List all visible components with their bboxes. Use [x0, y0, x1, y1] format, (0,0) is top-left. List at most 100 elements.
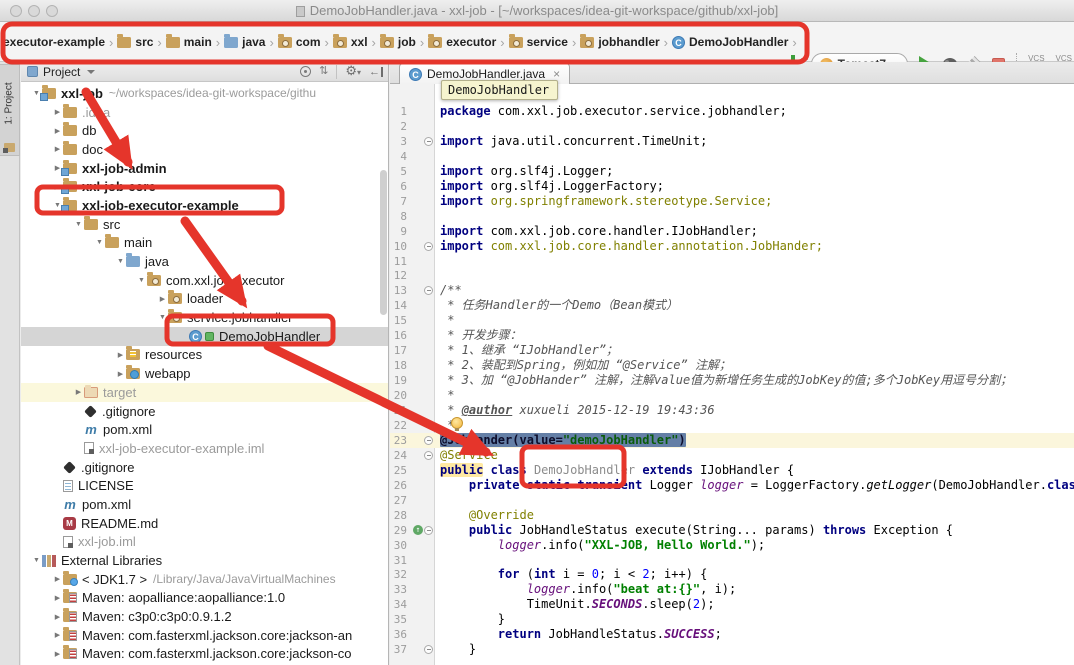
tree-item-xxl-job-iml[interactable]: xxl-job.iml [21, 533, 388, 552]
breadcrumb-item-executor[interactable]: executor [427, 33, 497, 51]
expand-toggle-icon[interactable]: ▶ [52, 613, 63, 621]
code-line-16[interactable]: 16 * 开发步骤： [390, 328, 1074, 343]
tree-item-maven-aopalliance-aopalliance-1-0[interactable]: ▶Maven: aopalliance:aopalliance:1.0 [21, 589, 388, 608]
tree-item--gitignore[interactable]: .gitignore [21, 458, 388, 477]
expand-toggle-icon[interactable]: ▶ [52, 631, 63, 639]
tree-item-license[interactable]: LICENSE [21, 476, 388, 495]
tree-item-maven-com-fasterxml-jackson-core-jackson-co[interactable]: ▶Maven: com.fasterxml.jackson.core:jacks… [21, 645, 388, 664]
tree-item-maven-com-fasterxml-jackson-core-jackson-an[interactable]: ▶Maven: com.fasterxml.jackson.core:jacks… [21, 626, 388, 645]
project-panel-title[interactable]: Project [43, 65, 80, 79]
tree-item-pom-xml[interactable]: mpom.xml [21, 420, 388, 439]
code-line-17[interactable]: 17 * 1、继承 “IJobHandler”； [390, 343, 1074, 358]
breadcrumb-item-java[interactable]: java [223, 33, 266, 51]
collapse-all-icon[interactable]: ⇅ [319, 66, 328, 77]
overrides-method-icon[interactable]: ↑ [413, 525, 423, 535]
code-line-11[interactable]: 11 [390, 254, 1074, 269]
tree-item-loader[interactable]: ▶loader [21, 290, 388, 309]
fold-icon[interactable] [424, 451, 433, 460]
tree-item-xxl-job-admin[interactable]: ▶xxl-job-admin [21, 159, 388, 178]
breadcrumb-item-xxl[interactable]: xxl [332, 33, 369, 51]
tree-item-xxl-job-executor-example-iml[interactable]: xxl-job-executor-example.iml [21, 439, 388, 458]
code-line-9[interactable]: 9import com.xxl.job.core.handler.IJobHan… [390, 224, 1074, 239]
expand-toggle-icon[interactable]: ▼ [94, 239, 105, 246]
code-line-33[interactable]: 33 logger.info("beat at:{}", i); [390, 582, 1074, 597]
code-line-14[interactable]: 14 * 任务Handler的一个Demo（Bean模式） [390, 298, 1074, 313]
tree-item-com-xxl-job-executor[interactable]: ▼com.xxl.job.executor [21, 271, 388, 290]
tree-scrollbar[interactable] [380, 170, 387, 315]
breadcrumb-item-jobhandler[interactable]: jobhandler [579, 33, 660, 51]
code-line-8[interactable]: 8 [390, 209, 1074, 224]
fold-icon[interactable] [424, 242, 433, 251]
code-line-31[interactable]: 31 [390, 553, 1074, 568]
tree-item-maven-c3p0-c3p0-0-9-1-2[interactable]: ▶Maven: c3p0:c3p0:0.9.1.2 [21, 607, 388, 626]
code-line-3[interactable]: 3import java.util.concurrent.TimeUnit; [390, 134, 1074, 149]
tree-item--gitignore[interactable]: .gitignore [21, 402, 388, 421]
expand-toggle-icon[interactable]: ▶ [52, 127, 63, 135]
code-line-2[interactable]: 2 [390, 119, 1074, 134]
expand-toggle-icon[interactable]: ▼ [115, 258, 126, 265]
code-line-27[interactable]: 27 [390, 493, 1074, 508]
project-tool-window-button[interactable]: 1: Project [0, 64, 20, 156]
code-line-25[interactable]: 25public class DemoJobHandler extends IJ… [390, 463, 1074, 478]
chevron-down-icon[interactable] [87, 70, 95, 74]
code-line-10[interactable]: 10import com.xxl.job.core.handler.annota… [390, 239, 1074, 254]
tree-item-resources[interactable]: ▶resources [21, 346, 388, 365]
code-line-29[interactable]: 29↑ public JobHandleStatus execute(Strin… [390, 523, 1074, 538]
code-line-12[interactable]: 12 [390, 268, 1074, 283]
tree-item-pom-xml[interactable]: mpom.xml [21, 495, 388, 514]
hide-panel-icon[interactable]: ← [369, 67, 383, 77]
locate-file-icon[interactable] [300, 66, 311, 77]
expand-toggle-icon[interactable]: ▶ [73, 388, 84, 396]
breadcrumb-item-src[interactable]: src [116, 33, 154, 51]
tree-item-xxl-job-core[interactable]: ▶xxl-job-core [21, 177, 388, 196]
breadcrumb-item-service[interactable]: service [508, 33, 569, 51]
code-line-23[interactable]: 23@JobHander(value="demoJobHandler") [390, 433, 1074, 448]
breadcrumb-item-executor-example[interactable]: executor-example [2, 33, 106, 51]
code-line-34[interactable]: 34 TimeUnit.SECONDS.sleep(2); [390, 597, 1074, 612]
tree-item--jdk1-7-[interactable]: ▶< JDK1.7 >/Library/Java/JavaVirtualMach… [21, 570, 388, 589]
code-line-7[interactable]: 7import org.springframework.stereotype.S… [390, 194, 1074, 209]
tree-item-xxl-job-executor-example[interactable]: ▼xxl-job-executor-example [21, 196, 388, 215]
code-line-21[interactable]: 21 * @author xuxueli 2015-12-19 19:43:36 [390, 403, 1074, 418]
tree-item-service-jobhandler[interactable]: ▼service.jobhandler [21, 308, 388, 327]
code-line-6[interactable]: 6import org.slf4j.LoggerFactory; [390, 179, 1074, 194]
expand-toggle-icon[interactable]: ▶ [115, 370, 126, 378]
editor-body[interactable]: 1package com.xxl.job.executor.service.jo… [390, 84, 1074, 665]
expand-toggle-icon[interactable]: ▼ [157, 314, 168, 321]
expand-toggle-icon[interactable]: ▼ [73, 221, 84, 228]
code-line-30[interactable]: 30 logger.info("XXL-JOB, Hello World."); [390, 538, 1074, 553]
expand-toggle-icon[interactable]: ▶ [52, 594, 63, 602]
expand-toggle-icon[interactable]: ▶ [115, 351, 126, 359]
tree-item-doc[interactable]: ▶doc [21, 140, 388, 159]
code-line-20[interactable]: 20 * [390, 388, 1074, 403]
tree-item-target[interactable]: ▶target [21, 383, 388, 402]
tree-item-demojobhandler[interactable]: CDemoJobHandler [21, 327, 388, 346]
fold-icon[interactable] [424, 286, 433, 295]
code-line-22[interactable]: 22 */ [390, 418, 1074, 433]
code-line-37[interactable]: 37 } [390, 642, 1074, 657]
code-line-19[interactable]: 19 * 3、加 “@JobHander” 注解，注解value值为新增任务生成… [390, 373, 1074, 388]
tree-item-external-libraries[interactable]: ▼External Libraries [21, 551, 388, 570]
code-line-28[interactable]: 28 @Override [390, 508, 1074, 523]
code-line-26[interactable]: 26 private static transient Logger logge… [390, 478, 1074, 493]
tree-item--idea[interactable]: ▶.idea [21, 103, 388, 122]
tree-item-webapp[interactable]: ▶webapp [21, 364, 388, 383]
code-line-13[interactable]: 13/** [390, 283, 1074, 298]
code-line-32[interactable]: 32 for (int i = 0; i < 2; i++) { [390, 567, 1074, 582]
expand-toggle-icon[interactable]: ▼ [31, 557, 42, 564]
breadcrumb-item-com[interactable]: com [277, 33, 322, 51]
fold-icon[interactable] [424, 645, 433, 654]
tree-item-src[interactable]: ▼src [21, 215, 388, 234]
fold-icon[interactable] [424, 526, 433, 535]
tree-item-java[interactable]: ▼java [21, 252, 388, 271]
code-line-35[interactable]: 35 } [390, 612, 1074, 627]
breadcrumb-item-demojobhandler[interactable]: CDemoJobHandler [671, 33, 789, 51]
gear-icon[interactable]: ⚙▾ [345, 64, 361, 79]
fold-icon[interactable] [424, 436, 433, 445]
tree-item-db[interactable]: ▶db [21, 121, 388, 140]
expand-toggle-icon[interactable]: ▶ [52, 145, 63, 153]
code-line-36[interactable]: 36 return JobHandleStatus.SUCCESS; [390, 627, 1074, 642]
code-line-15[interactable]: 15 * [390, 313, 1074, 328]
tree-item-main[interactable]: ▼main [21, 234, 388, 253]
code-line-4[interactable]: 4 [390, 149, 1074, 164]
